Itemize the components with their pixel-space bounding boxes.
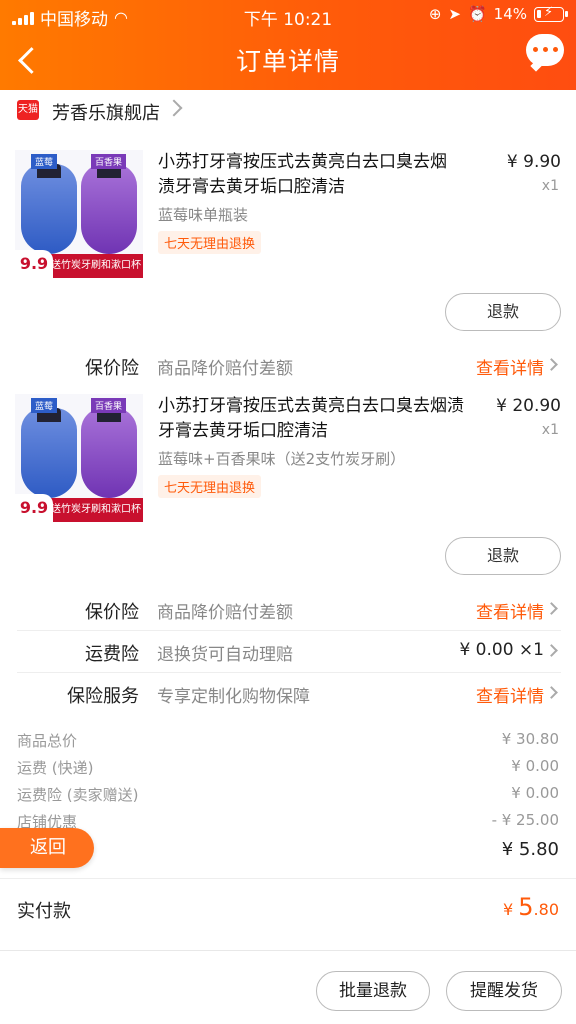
return-policy-tag: 七天无理由退换 [158,231,262,254]
refund-button[interactable]: 退款 [445,537,561,575]
batch-refund-button[interactable]: 批量退款 [316,971,430,1011]
summary-row: 运费险 (卖家赠送) ¥ 0.00 [0,782,576,808]
insurance-desc: 退换货可自动理赔 [157,645,293,665]
product-title[interactable]: 小苏打牙膏按压式去黄亮白去口臭去烟渍牙膏去黄牙垢口腔清洁 [158,394,478,444]
thumb-flavor-tag: 百香果 [91,398,127,413]
view-details-link[interactable]: 查看详情 [476,598,544,623]
product-quantity: x1 [541,178,559,194]
toothpaste-blue-image [21,164,77,254]
insurance-label: 保价险 [85,358,139,379]
amount-paid-row: 实付款 ¥ 5.80 [0,878,576,938]
insurance-label: 保险服务 [67,686,139,707]
insurance-desc: 商品降价赔付差额 [157,359,293,379]
order-content: 天猫 芳香乐旗舰店 蓝莓 百香果 送竹炭牙刷和漱口杯 9.9 小苏打牙膏按压式去… [0,90,576,950]
summary-row: 店铺优惠 - ¥ 25.00 [0,809,576,835]
chevron-right-icon [545,686,558,699]
product-sku: 蓝莓味+百香果味（送2支竹炭牙刷） [158,450,406,468]
thumb-flavor-tag: 蓝莓 [31,398,58,413]
price-protection-row[interactable]: 保价险 商品降价赔付差额 查看详情 [0,344,576,384]
more-menu-button[interactable] [526,34,564,66]
summary-row: 运费 (快递) ¥ 0.00 [0,755,576,781]
return-policy-tag: 七天无理由退换 [158,475,262,498]
shipping-insurance-row[interactable]: 运费险 退换货可自动理赔 ¥ 0.00 ×1 [0,630,576,670]
shipping-insurance-value[interactable]: ¥ 0.00 ×1 [459,640,544,660]
thumb-price: 9.9 [15,494,53,522]
chevron-right-icon [545,602,558,615]
product-thumbnail[interactable]: 蓝莓 百香果 送竹炭牙刷和漱口杯 9.9 [15,394,143,522]
status-right: ⊕ ➤ ⏰ 14% ⚡ [428,5,568,23]
summary-row: 商品总价 ¥ 30.80 [0,728,576,754]
tmall-badge-icon: 天猫 [17,100,39,120]
navbar: 订单详情 [0,30,576,90]
page-title: 订单详情 [235,47,340,76]
store-row[interactable]: 天猫 芳香乐旗舰店 [0,90,576,130]
price-protection-row[interactable]: 保价险 商品降价赔付差额 查看详情 [0,588,576,628]
insurance-label: 保价险 [85,602,139,623]
remind-ship-button[interactable]: 提醒发货 [446,971,562,1011]
more-dots-icon [533,47,558,52]
view-details-link[interactable]: 查看详情 [476,682,544,707]
summary-value: ¥ 0.00 [511,784,559,802]
insurance-label: 运费险 [85,644,139,665]
insurance-service-row[interactable]: 保险服务 专享定制化购物保障 查看详情 [0,672,576,712]
insurance-desc: 专享定制化购物保障 [157,687,310,707]
summary-key: 运费 (快递) [17,759,94,777]
thumb-flavor-tag: 百香果 [91,154,127,169]
header: 中国移动 ◠ 下午 10:21 ⊕ ➤ ⏰ 14% ⚡ 订单详情 [0,0,576,90]
chevron-right-icon [165,99,183,117]
product-sku: 蓝莓味单瓶装 [158,206,249,224]
summary-key: 商品总价 [17,732,78,750]
thumb-price: 9.9 [15,250,53,278]
insurance-desc: 商品降价赔付差额 [157,603,293,623]
orientation-lock-icon: ⊕ [428,5,442,23]
order-subtotal: ¥ 5.80 [501,839,559,860]
product-quantity: x1 [541,422,559,438]
paid-int: 5 [518,893,534,921]
product-price: ¥ 9.90 [506,152,561,172]
summary-key: 运费险 (卖家赠送) [17,786,139,804]
toothpaste-purple-image [81,408,137,498]
battery-icon: ⚡ [534,5,568,22]
store-name: 芳香乐旗舰店 [52,103,160,124]
alarm-icon: ⏰ [467,5,487,23]
paid-currency: ¥ [503,900,519,919]
chevron-right-icon [545,644,558,657]
status-bar: 中国移动 ◠ 下午 10:21 ⊕ ➤ ⏰ 14% ⚡ [0,0,576,30]
order-detail-page: 中国移动 ◠ 下午 10:21 ⊕ ➤ ⏰ 14% ⚡ 订单详情 天猫 芳香乐旗… [0,0,576,1024]
order-item[interactable]: 蓝莓 百香果 送竹炭牙刷和漱口杯 9.9 小苏打牙膏按压式去黄亮白去口臭去烟渍牙… [0,394,576,594]
chevron-right-icon [545,358,558,371]
amount-paid-value: ¥ 5.80 [503,893,559,921]
bottom-action-bar: 批量退款 提醒发货 [0,950,576,1024]
floating-back-button[interactable]: 返回 [0,828,94,868]
product-title[interactable]: 小苏打牙膏按压式去黄亮白去口臭去烟渍牙膏去黄牙垢口腔清洁 [158,150,458,200]
view-details-link[interactable]: 查看详情 [476,354,544,379]
toothpaste-purple-image [81,164,137,254]
refund-button[interactable]: 退款 [445,293,561,331]
thumb-flavor-tag: 蓝莓 [31,154,58,169]
product-thumbnail[interactable]: 蓝莓 百香果 送竹炭牙刷和漱口杯 9.9 [15,150,143,278]
order-item[interactable]: 蓝莓 百香果 送竹炭牙刷和漱口杯 9.9 小苏打牙膏按压式去黄亮白去口臭去烟渍牙… [0,150,576,350]
summary-value: - ¥ 25.00 [491,811,559,829]
paid-dec: .80 [533,900,559,919]
amount-paid-label: 实付款 [17,901,71,922]
location-icon: ➤ [448,5,461,23]
product-price: ¥ 20.90 [496,396,561,416]
summary-value: ¥ 30.80 [501,730,559,748]
summary-value: ¥ 0.00 [511,757,559,775]
battery-percent: 14% [493,5,527,23]
toothpaste-blue-image [21,408,77,498]
